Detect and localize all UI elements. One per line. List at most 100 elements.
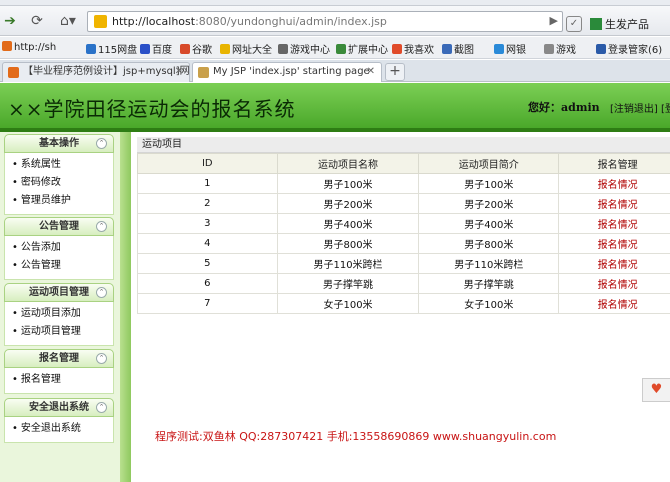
tab-current-page[interactable]: My JSP 'index.jsp' starting page ✕ (192, 62, 382, 82)
favorite-item-5[interactable]: 游戏中心 (278, 41, 330, 56)
favorite-item-8[interactable]: 截图 (442, 41, 474, 56)
signup-status-link[interactable]: 报名情况 (558, 233, 670, 254)
sidebar-group-title[interactable]: 报名管理 ⌃ (4, 349, 114, 368)
cell-name: 男子800米 (276, 233, 420, 254)
favorite-item-2[interactable]: 百度 (140, 41, 172, 56)
sports-table: ID 运动项目名称 运动项目简介 报名管理 1 男子100米 男子100米 报名… (137, 153, 670, 314)
cell-intro: 男子400米 (418, 213, 560, 234)
chevron-up-icon[interactable]: ⌃ (96, 353, 107, 364)
sidebar-item-exit[interactable]: 安全退出系统 (5, 420, 113, 438)
footer-credits: 程序测试:双鱼林 QQ:287307421 手机:13558690869 www… (155, 430, 557, 443)
close-icon[interactable]: ✕ (367, 63, 375, 81)
table-row: 5 男子110米跨栏 男子110米跨栏 报名情况 (137, 253, 670, 274)
favorite-item-9[interactable]: 网银 (494, 41, 526, 56)
signup-status-link[interactable]: 报名情况 (558, 193, 670, 214)
sidebar-group-title[interactable]: 运动项目管理 ⌃ (4, 283, 114, 302)
column-header-id: ID (137, 153, 278, 174)
table-row: 4 男子800米 男子800米 报名情况 (137, 233, 670, 254)
sidebar-item-system-props[interactable]: 系统属性 (5, 156, 113, 174)
home-icon[interactable]: ⌂▾ (55, 11, 81, 31)
sidebar-edge (120, 132, 131, 482)
chevron-up-icon[interactable]: ⌃ (96, 221, 107, 232)
sidebar-group-notice: 公告管理⌃ 公告添加 公告管理 (4, 217, 114, 280)
favorite-item-10[interactable]: 游戏 (544, 41, 576, 56)
cell-id: 3 (137, 213, 278, 234)
signup-status-link[interactable]: 报名情况 (558, 273, 670, 294)
cell-name: 男子200米 (276, 193, 420, 214)
browser-toolbar: ➔ ⟳ ⌂▾ http://localhost:8080/yundonghui/… (0, 6, 670, 36)
refresh-icon[interactable]: ⟳ (27, 11, 47, 31)
sidebar-group-title[interactable]: 安全退出系统 ⌃ (4, 398, 114, 417)
sidebar-group-title[interactable]: 公告管理 ⌃ (4, 217, 114, 236)
cell-id: 7 (137, 293, 278, 314)
table-row: 7 女子100米 女子100米 报名情况 (137, 293, 670, 314)
favorite-item-6[interactable]: 扩展中心 (336, 41, 388, 56)
logout-link[interactable]: [注销退出] [登 (610, 100, 670, 115)
sidebar-item-sport-add[interactable]: 运动项目添加 (5, 305, 113, 323)
go-arrow-icon[interactable]: ▶ (550, 14, 558, 27)
favorite-item-0[interactable]: http://sh (2, 41, 56, 53)
favorite-item-1[interactable]: 115网盘 (86, 41, 137, 56)
column-header-intro: 运动项目简介 (418, 153, 560, 174)
cell-name: 男子100米 (276, 173, 420, 194)
panel-title: 运动项目 (137, 137, 670, 153)
signup-status-link[interactable]: 报名情况 (558, 173, 670, 194)
tab-strip: 【毕业程序范例设计】jsp+mysql]网... ✕ My JSP 'index… (0, 60, 670, 82)
sidebar: 基本操作⌃ 系统属性 密码修改 管理员维护 公告管理⌃ 公告添加 公告管理 运动… (0, 132, 120, 482)
cell-intro: 男子撑竿跳 (418, 273, 560, 294)
tab-prev-page[interactable]: 【毕业程序范例设计】jsp+mysql]网... ✕ (2, 62, 190, 82)
table-row: 3 男子400米 男子400米 报名情况 (137, 213, 670, 234)
sidebar-item-password[interactable]: 密码修改 (5, 174, 113, 192)
cell-id: 5 (137, 253, 278, 274)
table-row: 6 男子撑竿跳 男子撑竿跳 报名情况 (137, 273, 670, 294)
chevron-up-icon[interactable]: ⌃ (96, 287, 107, 298)
cell-id: 6 (137, 273, 278, 294)
app-title: ××学院田径运动会的报名系统 (8, 97, 296, 121)
sidebar-group-sports: 运动项目管理⌃ 运动项目添加 运动项目管理 (4, 283, 114, 346)
product-link[interactable]: 生发产品 (590, 16, 649, 32)
table-header-row: ID 运动项目名称 运动项目简介 报名管理 (137, 153, 670, 174)
sidebar-item-admin[interactable]: 管理员维护 (5, 192, 113, 210)
chevron-up-icon[interactable]: ⌃ (96, 138, 107, 149)
sidebar-item-signup-manage[interactable]: 报名管理 (5, 371, 113, 389)
cell-name: 男子400米 (276, 213, 420, 234)
forward-arrow-icon[interactable]: ➔ (2, 11, 18, 31)
favorite-item-4[interactable]: 网址大全 (220, 41, 272, 56)
sidebar-group-basic: 基本操作⌃ 系统属性 密码修改 管理员维护 (4, 134, 114, 215)
tab-favicon (198, 67, 209, 78)
cell-intro: 男子200米 (418, 193, 560, 214)
favorite-item-11[interactable]: 登录管家(6) (596, 41, 662, 56)
tab-favicon (8, 67, 19, 78)
cell-id: 1 (137, 173, 278, 194)
app-header: ××学院田径运动会的报名系统 您好：admin [注销退出] [登 (0, 83, 670, 128)
heart-icon[interactable]: ♥ (642, 378, 670, 402)
sidebar-group-signup: 报名管理⌃ 报名管理 (4, 349, 114, 394)
cell-id: 4 (137, 233, 278, 254)
column-header-name: 运动项目名称 (276, 153, 420, 174)
column-header-action: 报名管理 (558, 153, 670, 174)
sidebar-item-sport-manage[interactable]: 运动项目管理 (5, 323, 113, 341)
table-row: 2 男子200米 男子200米 报名情况 (137, 193, 670, 214)
signup-status-link[interactable]: 报名情况 (558, 253, 670, 274)
greeting: 您好：admin (528, 101, 600, 114)
cell-name: 女子100米 (276, 293, 420, 314)
signup-status-link[interactable]: 报名情况 (558, 213, 670, 234)
sidebar-item-notice-add[interactable]: 公告添加 (5, 239, 113, 257)
shield-icon[interactable]: ✓ (566, 16, 582, 32)
favorite-item-7[interactable]: 我喜欢 (392, 41, 434, 56)
sidebar-item-notice-manage[interactable]: 公告管理 (5, 257, 113, 275)
close-icon[interactable]: ✕ (175, 63, 183, 81)
address-url: http://localhost:8080/yundonghui/admin/i… (112, 15, 387, 28)
cell-intro: 女子100米 (418, 293, 560, 314)
chevron-up-icon[interactable]: ⌃ (96, 402, 107, 413)
signup-status-link[interactable]: 报名情况 (558, 293, 670, 314)
cell-intro: 男子100米 (418, 173, 560, 194)
favorites-bar: http://sh 115网盘 百度 谷歌 网址大全 游戏中心 扩展中心 我喜欢… (0, 37, 670, 59)
sidebar-group-title[interactable]: 基本操作 ⌃ (4, 134, 114, 153)
favorite-item-3[interactable]: 谷歌 (180, 41, 212, 56)
new-tab-button[interactable]: + (385, 63, 405, 81)
cell-intro: 男子110米跨栏 (418, 253, 560, 274)
cell-name: 男子撑竿跳 (276, 273, 420, 294)
site-icon (94, 15, 107, 28)
address-bar[interactable]: http://localhost:8080/yundonghui/admin/i… (87, 11, 563, 32)
